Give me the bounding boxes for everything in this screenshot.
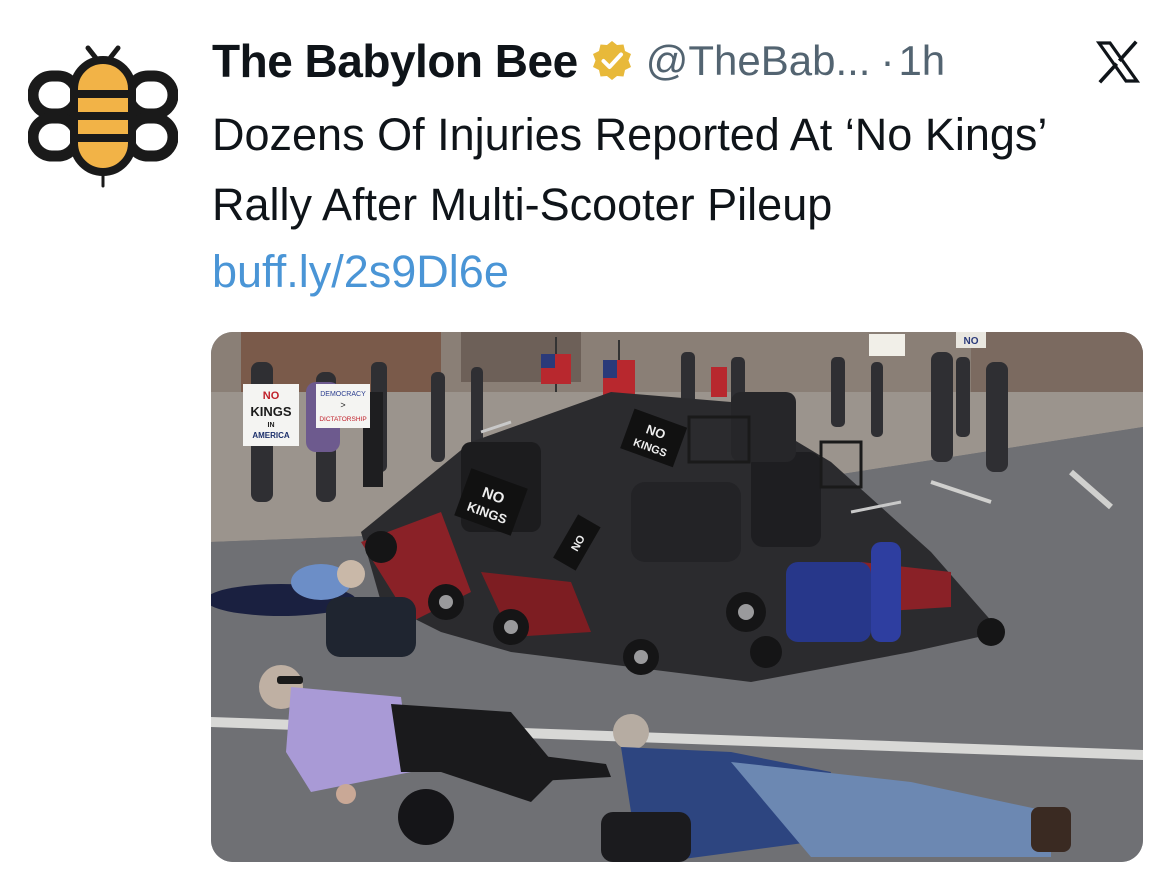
timestamp[interactable]: 1h [898,37,945,85]
svg-text:IN: IN [268,422,275,429]
tweet-text: Dozens Of Injuries Reported At ‘No Kings… [212,109,1046,230]
svg-text:NO: NO [964,336,979,347]
display-name[interactable]: The Babylon Bee [212,34,578,88]
svg-text:DEMOCRACY: DEMOCRACY [320,391,366,398]
tweet-link[interactable]: buff.ly/2s9Dl6e [212,237,509,307]
tweet-header: The Babylon Bee @TheBab... · 1h [212,30,1140,92]
photo-illustration: NO KINGS IN AMERICA DEMOCRACY > DICTATOR… [211,332,1143,862]
babylon-bee-avatar[interactable] [27,40,179,190]
x-logo-icon[interactable] [1096,40,1140,84]
babylon-bee-logo-icon [27,45,179,188]
verified-badge-icon[interactable] [590,39,634,83]
user-handle[interactable]: @TheBab... [646,37,871,85]
svg-text:KINGS: KINGS [250,404,292,419]
svg-text:DICTATORSHIP: DICTATORSHIP [319,416,366,423]
tweet-photo[interactable]: NO KINGS IN AMERICA DEMOCRACY > DICTATOR… [211,332,1143,862]
svg-text:>: > [340,400,345,410]
sign-democracy-dictatorship: DEMOCRACY > DICTATORSHIP [316,384,370,428]
sign-no-kings-in-america: NO KINGS IN AMERICA [243,384,299,446]
separator-dot: · [880,37,895,84]
svg-text:NO: NO [263,390,280,402]
svg-text:AMERICA: AMERICA [252,431,290,440]
